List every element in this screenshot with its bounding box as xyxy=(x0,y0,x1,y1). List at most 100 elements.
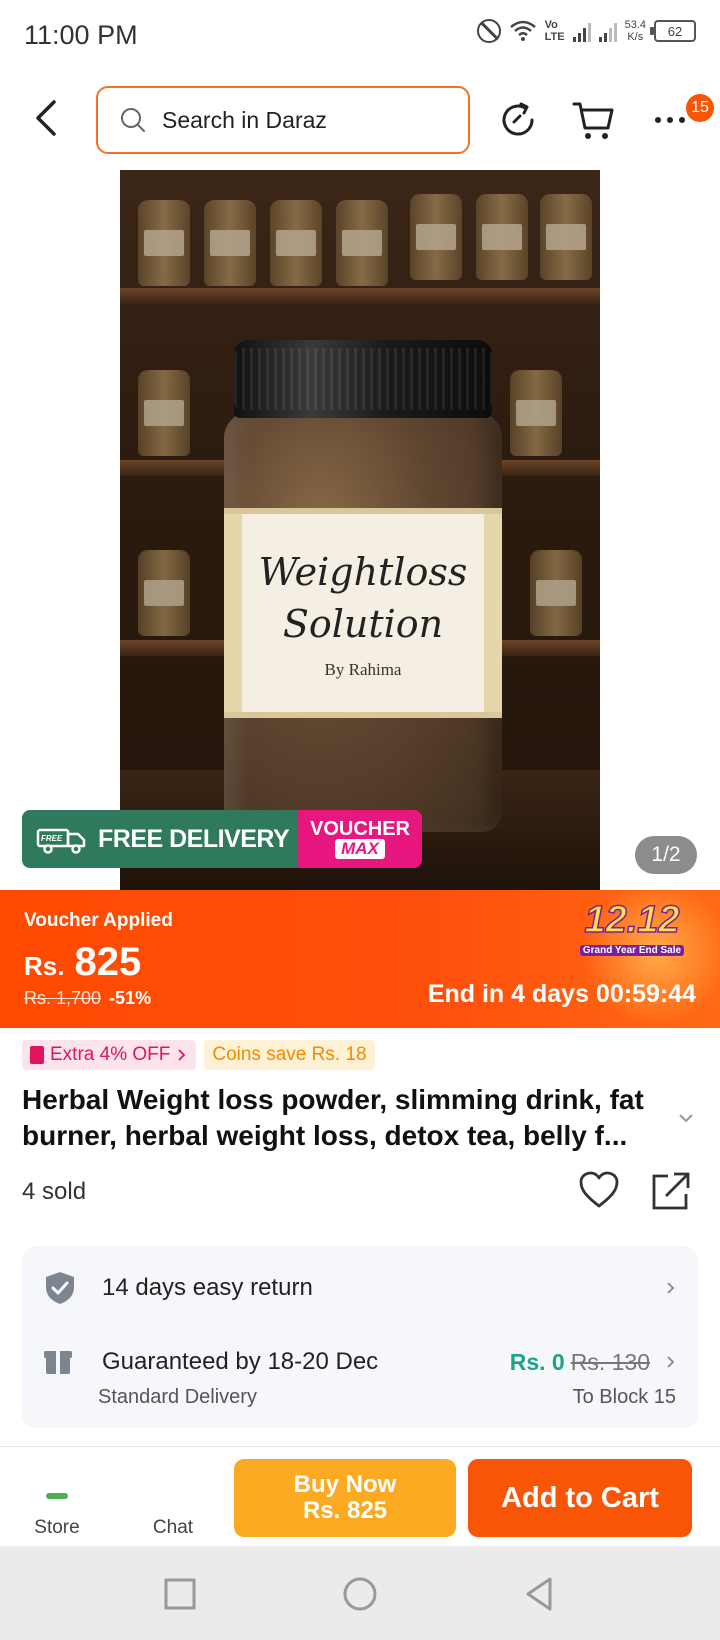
volte-bottom: LTE xyxy=(544,31,565,43)
shelf xyxy=(120,288,600,304)
net-speed-unit: K/s xyxy=(627,31,644,43)
price-row: Rs. 825 xyxy=(24,940,141,985)
chevron-right-icon xyxy=(667,1282,675,1294)
voucher-text: VOUCHER xyxy=(309,818,410,840)
buy-now-label: Buy Now xyxy=(293,1471,397,1498)
recent-apps-icon[interactable] xyxy=(160,1574,200,1614)
background-jar xyxy=(204,200,256,286)
notification-badge: 15 xyxy=(686,94,714,122)
sale-logo: 12.12 Grand Year End Sale xyxy=(568,899,696,956)
search-input[interactable]: Search in Daraz xyxy=(96,86,470,154)
voucher-max-part: VOUCHER MAX xyxy=(298,810,422,868)
jar-label-line1: Weightloss xyxy=(258,550,468,594)
home-icon[interactable] xyxy=(340,1574,380,1614)
refresh-icon[interactable] xyxy=(494,96,542,144)
chevron-right-icon xyxy=(178,1049,186,1061)
background-jar xyxy=(138,550,190,636)
search-placeholder: Search in Daraz xyxy=(162,106,327,133)
store-logo-icon xyxy=(42,1481,72,1511)
return-policy-text: 14 days easy return xyxy=(102,1274,313,1301)
product-image[interactable]: Weightloss Solution By Rahima xyxy=(120,170,600,890)
truck-icon: FREE xyxy=(36,828,86,854)
extra-off-text: Extra 4% OFF xyxy=(50,1044,171,1065)
free-badge-text: FREE xyxy=(41,834,63,843)
wifi-icon xyxy=(509,20,536,41)
delivery-destination: To Block 15 xyxy=(572,1386,676,1408)
price-currency: Rs. xyxy=(24,951,65,981)
bottom-action-bar: Store Chat Buy Now Rs. 825 Add to Cart xyxy=(0,1446,720,1546)
chevron-right-icon xyxy=(667,1356,675,1368)
background-jar xyxy=(336,200,388,286)
discount-percent: -51% xyxy=(109,988,152,1008)
store-button[interactable]: Store xyxy=(22,1457,92,1539)
background-jar xyxy=(510,370,562,456)
add-to-cart-button[interactable]: Add to Cart xyxy=(468,1459,692,1537)
buy-now-button[interactable]: Buy Now Rs. 825 xyxy=(234,1459,456,1537)
original-price-row: Rs. 1,700 -51% xyxy=(24,988,151,1009)
promo-chips: Extra 4% OFF Coins save Rs. 18 xyxy=(22,1040,375,1070)
shipping-price: Rs. 0 Rs. 130 xyxy=(510,1349,650,1376)
product-title[interactable]: Herbal Weight loss powder, slimming drin… xyxy=(22,1082,672,1154)
sale-logo-subtitle: Grand Year End Sale xyxy=(579,945,685,956)
status-bar: 11:00 PM Vo LTE 53.4 K/s 62 xyxy=(0,0,720,72)
background-jar xyxy=(530,550,582,636)
delivery-guarantee-text: Guaranteed by 18-20 Dec xyxy=(102,1348,379,1375)
jar-lid xyxy=(234,340,492,418)
coins-text: Coins save Rs. 18 xyxy=(212,1044,367,1065)
price-value: 825 xyxy=(74,940,142,984)
status-icons: Vo LTE 53.4 K/s 62 xyxy=(476,18,696,44)
shipping-fee: Rs. 0 xyxy=(509,1348,565,1375)
store-label: Store xyxy=(34,1517,80,1538)
sale-countdown: End in 4 days 00:59:44 xyxy=(427,980,696,1008)
shipping-old-fee: Rs. 130 xyxy=(570,1348,650,1375)
original-price: Rs. 1,700 xyxy=(24,988,102,1008)
jar-label-by: By Rahima xyxy=(324,660,402,679)
do-not-disturb-icon xyxy=(476,19,501,43)
buy-now-price: Rs. 825 xyxy=(302,1497,388,1524)
signal-icon-1 xyxy=(572,20,591,42)
chevron-down-icon[interactable] xyxy=(676,1108,696,1128)
background-jar xyxy=(138,200,190,286)
header: Search in Daraz 15 xyxy=(0,78,720,166)
service-card: 14 days easy return Guaranteed by 18-20 … xyxy=(22,1246,698,1428)
free-delivery-banner: FREE FREE DELIVERY VOUCHER MAX xyxy=(22,810,422,868)
cart-icon[interactable] xyxy=(570,96,618,144)
extra-off-chip[interactable]: Extra 4% OFF xyxy=(22,1040,197,1070)
sold-count: 4 sold xyxy=(22,1178,87,1205)
system-nav-bar xyxy=(0,1546,720,1640)
background-jar xyxy=(138,370,190,456)
chat-label: Chat xyxy=(152,1517,194,1538)
net-speed: 53.4 K/s xyxy=(625,19,646,43)
status-time: 11:00 PM xyxy=(24,20,138,50)
jar-label-line2: Solution xyxy=(282,602,444,646)
price-bar: Voucher Applied Rs. 825 Rs. 1,700 -51% 1… xyxy=(0,890,720,1028)
return-policy-row[interactable]: 14 days easy return xyxy=(44,1268,678,1308)
battery-level: 62 xyxy=(667,23,683,39)
shield-check-icon xyxy=(46,1272,74,1304)
signal-icon-2 xyxy=(598,20,617,42)
share-icon[interactable] xyxy=(650,1170,692,1212)
coins-chip[interactable]: Coins save Rs. 18 xyxy=(204,1040,375,1070)
voucher-applied-label: Voucher Applied xyxy=(24,910,173,931)
back-triangle-icon[interactable] xyxy=(520,1574,560,1614)
jar-label: Weightloss Solution By Rahima xyxy=(224,508,502,718)
background-jar xyxy=(476,194,528,280)
sale-logo-title: 12.12 xyxy=(584,899,681,941)
background-jar xyxy=(270,200,322,286)
image-page-indicator: 1/2 xyxy=(635,836,697,874)
heart-icon[interactable] xyxy=(578,1170,620,1210)
background-jar xyxy=(410,194,462,280)
chat-button[interactable]: Chat xyxy=(138,1457,208,1539)
free-delivery-text: FREE DELIVERY xyxy=(98,824,290,853)
net-speed-value: 53.4 xyxy=(624,19,646,31)
back-arrow-icon[interactable] xyxy=(26,96,70,140)
package-icon xyxy=(44,1351,72,1374)
background-jar xyxy=(540,194,592,280)
free-delivery-part: FREE FREE DELIVERY xyxy=(22,810,298,868)
volte-indicator: Vo LTE xyxy=(545,19,565,43)
battery-icon: 62 xyxy=(650,20,696,42)
search-icon xyxy=(121,108,145,132)
delivery-row[interactable]: Guaranteed by 18-20 Dec Rs. 0 Rs. 130 xyxy=(44,1342,678,1382)
delivery-type: Standard Delivery xyxy=(98,1386,257,1408)
max-text: MAX xyxy=(335,839,385,859)
